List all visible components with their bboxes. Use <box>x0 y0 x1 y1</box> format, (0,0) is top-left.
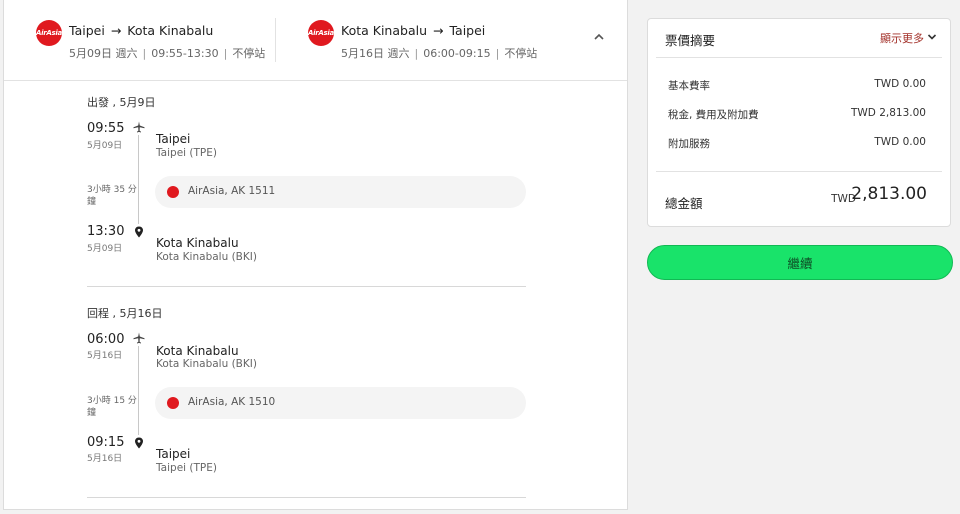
airasia-logo-icon <box>167 397 179 409</box>
departure-city: Kota Kinabalu <box>156 344 239 358</box>
separator: | <box>495 47 500 60</box>
return-route-title: Kota Kinabalu → Taipei <box>341 23 485 38</box>
departure-date: 5月16日 <box>87 351 123 361</box>
return-stops: 不停站 <box>504 47 538 60</box>
departure-airport: Kota Kinabalu (BKI) <box>156 358 257 370</box>
outbound-stops: 不停站 <box>232 47 266 60</box>
fee-value-base-fare: TWD 0.00 <box>874 78 926 90</box>
summary-divider <box>656 57 942 58</box>
outbound-date: 5月09日 週六 <box>69 47 138 60</box>
flight-timeline <box>138 135 139 224</box>
chevron-down-icon[interactable] <box>926 31 938 43</box>
flight-duration: 3小時 35 分鐘 <box>87 185 137 207</box>
return-segment-title: 回程 , 5月16日 <box>87 307 163 320</box>
flight-info-pill: AirAsia, AK 1510 <box>155 387 526 419</box>
flight-number: AirAsia, AK 1510 <box>188 396 276 408</box>
arrow-right-icon: → <box>433 23 444 38</box>
departure-time: 06:00 <box>87 332 125 347</box>
departure-airport: Taipei (TPE) <box>156 147 217 159</box>
itinerary-header[interactable]: AirAsia Taipei → Kota Kinabalu 5月09日 週六 | 09… <box>4 0 627 81</box>
outbound-time-range: 09:55-13:30 <box>151 47 219 60</box>
plane-icon <box>133 332 145 344</box>
location-pin-icon <box>135 437 143 449</box>
separator: | <box>223 47 228 60</box>
flight-number: AirAsia, AK 1511 <box>188 185 276 197</box>
flight-info-pill: AirAsia, AK 1511 <box>155 176 526 208</box>
show-more-link[interactable]: 顯示更多 <box>880 30 924 46</box>
outbound-origin: Taipei <box>69 23 105 38</box>
fee-value-taxes: TWD 2,813.00 <box>851 107 926 119</box>
return-date: 5月16日 週六 <box>341 47 410 60</box>
arrival-airport: Kota Kinabalu (BKI) <box>156 251 257 263</box>
fee-label-base-fare: 基本費率 <box>668 80 710 92</box>
itinerary-panel: AirAsia Taipei → Kota Kinabalu 5月09日 週六 | 09… <box>3 0 628 510</box>
flight-duration: 3小時 15 分鐘 <box>87 396 137 418</box>
chevron-up-icon[interactable] <box>592 30 606 44</box>
separator: | <box>142 47 147 60</box>
outbound-destination: Kota Kinabalu <box>127 23 214 38</box>
flight-timeline <box>138 346 139 435</box>
airasia-logo-icon <box>167 186 179 198</box>
fare-summary-card: 票價摘要 顯示更多 基本費率 TWD 0.00 稅金, 費用及附加費 TWD 2… <box>647 18 951 227</box>
fee-label-taxes: 稅金, 費用及附加費 <box>668 109 759 121</box>
outbound-route-details: 5月09日 週六 | 09:55-13:30 | 不停站 <box>69 45 265 61</box>
fee-value-addons: TWD 0.00 <box>874 136 926 148</box>
plane-icon <box>133 121 145 133</box>
arrival-city: Taipei <box>156 447 191 461</box>
fare-summary-title: 票價摘要 <box>665 33 716 48</box>
arrival-airport: Taipei (TPE) <box>156 462 217 474</box>
arrival-city: Kota Kinabalu <box>156 236 239 250</box>
header-divider <box>275 18 276 62</box>
arrival-time: 13:30 <box>87 224 125 239</box>
continue-button[interactable]: 繼續 <box>647 245 953 280</box>
departure-time: 09:55 <box>87 121 125 136</box>
arrival-date: 5月09日 <box>87 244 123 254</box>
segment-divider <box>87 286 526 287</box>
return-time-range: 06:00-09:15 <box>423 47 491 60</box>
segment-divider <box>87 497 526 498</box>
total-label: 總金額 <box>665 196 703 211</box>
total-amount: 2,813.00 <box>851 184 927 204</box>
location-pin-icon <box>135 226 143 238</box>
arrow-right-icon: → <box>110 23 122 38</box>
airasia-logo: AirAsia <box>308 20 334 46</box>
return-route-details: 5月16日 週六 | 06:00-09:15 | 不停站 <box>341 45 537 61</box>
outbound-route-title: Taipei → Kota Kinabalu <box>69 23 213 38</box>
summary-divider <box>656 171 942 172</box>
arrival-date: 5月16日 <box>87 454 123 464</box>
separator: | <box>414 47 419 60</box>
outbound-segment-title: 出發 , 5月9日 <box>87 96 156 109</box>
return-destination: Taipei <box>449 23 486 38</box>
departure-date: 5月09日 <box>87 141 123 151</box>
departure-city: Taipei <box>156 132 191 146</box>
fee-label-addons: 附加服務 <box>668 138 710 150</box>
airasia-logo: AirAsia <box>36 20 62 46</box>
arrival-time: 09:15 <box>87 435 125 450</box>
return-origin: Kota Kinabalu <box>341 23 427 38</box>
